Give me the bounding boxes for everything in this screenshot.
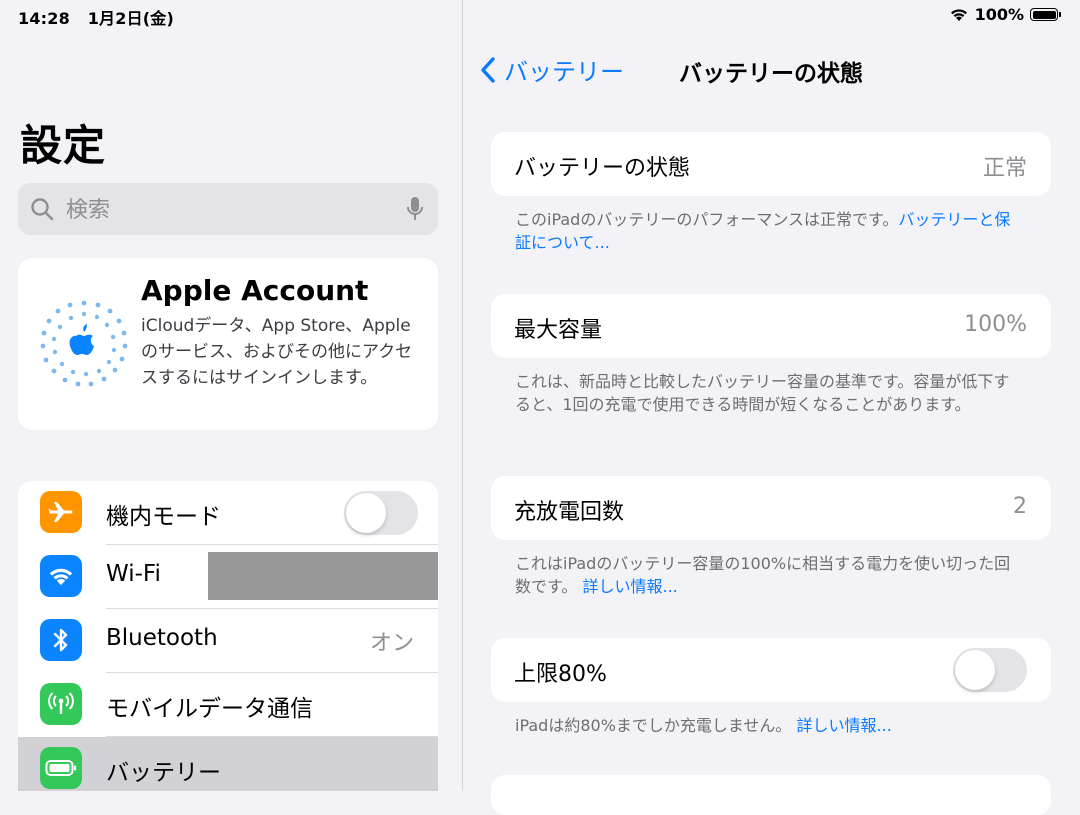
sidebar-item-mobile-data[interactable]: モバイルデータ通信	[18, 673, 438, 737]
detail-title: バッテリーの状態	[679, 61, 863, 87]
apple-account-card[interactable]: Apple Account iCloudデータ、App Store、Appleの…	[18, 258, 438, 430]
footnote-text: これは、新品時と比較したバッテリー容量の基準です。容量が低下すると、1回の充電で…	[515, 372, 1010, 414]
sidebar-item-label: モバイルデータ通信	[106, 696, 313, 722]
cycle-count-learn-more-link[interactable]: 詳しい情報...	[583, 577, 678, 596]
cycle-count-value: 2	[1013, 494, 1027, 519]
charge-limit-toggle[interactable]	[953, 648, 1027, 692]
sidebar-item-label: 機内モード	[106, 504, 221, 530]
battery-health-row: バッテリーの状態 正常	[491, 132, 1051, 196]
battery-health-label: バッテリーの状態	[514, 156, 691, 181]
max-capacity-label: 最大容量	[514, 318, 603, 343]
sidebar-item-bluetooth[interactable]: Bluetooth オン	[18, 609, 438, 673]
microphone-icon[interactable]	[406, 196, 424, 222]
max-capacity-footnote: これは、新品時と比較したバッテリー容量の基準です。容量が低下すると、1回の充電で…	[515, 370, 1015, 416]
chevron-left-icon	[481, 56, 495, 83]
max-capacity-row: 最大容量 100%	[491, 294, 1051, 358]
cycle-count-footnote: これはiPadのバッテリー容量の100%に相当する電力を使い切った回数です。 詳…	[515, 552, 1015, 598]
sidebar-item-battery[interactable]: バッテリー	[18, 737, 438, 791]
sidebar-item-wifi[interactable]: Wi-Fi	[18, 545, 438, 609]
battery-icon	[40, 747, 82, 789]
charge-limit-row: 上限80%	[491, 638, 1051, 702]
battery-status-icon	[1030, 8, 1061, 21]
settings-list: 機内モード Wi-Fi Bluetooth オン モバイルデータ通信 バッテリー	[18, 481, 438, 791]
sidebar-item-label: バッテリー	[106, 760, 221, 786]
charge-limit-label: 上限80%	[514, 662, 607, 687]
battery-health-footnote: このiPadのバッテリーのパフォーマンスは正常です。バッテリーと保証について..…	[515, 208, 1015, 254]
footnote-text: このiPadのバッテリーのパフォーマンスは正常です。	[515, 210, 899, 229]
airplane-mode-toggle[interactable]	[344, 491, 418, 535]
footnote-text: iPadは約80%までしか充電しません。	[515, 716, 792, 735]
sidebar-item-label: Wi-Fi	[106, 561, 161, 587]
battery-health-value: 正常	[982, 156, 1027, 181]
sidebar-item-label: Bluetooth	[106, 625, 218, 651]
bluetooth-status-value: オン	[369, 631, 414, 656]
airplane-icon	[40, 491, 82, 533]
page-title: 設定	[20, 121, 107, 170]
next-settings-card	[491, 775, 1051, 815]
battery-percent: 100%	[974, 5, 1024, 24]
sidebar: 設定 Apple Account iCloudデータ、App Store、App…	[0, 0, 462, 791]
search-icon	[31, 198, 54, 221]
wifi-icon	[40, 555, 82, 597]
wifi-status-icon	[950, 9, 967, 21]
apple-account-avatar-icon	[40, 300, 128, 387]
charge-limit-footnote: iPadは約80%までしか充電しません。 詳しい情報...	[515, 714, 1015, 737]
cycle-count-label: 充放電回数	[514, 500, 625, 525]
antenna-icon	[40, 683, 82, 725]
pane-divider	[462, 0, 463, 791]
search-bar[interactable]	[18, 183, 438, 235]
sidebar-item-airplane-mode[interactable]: 機内モード	[18, 481, 438, 545]
status-bar-right: 100%	[949, 5, 1061, 24]
max-capacity-value: 100%	[964, 312, 1027, 337]
back-button-label: バッテリー	[504, 58, 624, 86]
back-button[interactable]: バッテリー	[480, 52, 624, 87]
search-input[interactable]	[64, 193, 398, 227]
account-name: Apple Account	[141, 274, 369, 307]
cycle-count-row: 充放電回数 2	[491, 476, 1051, 540]
redacted-network-name	[208, 552, 438, 600]
charge-limit-learn-more-link[interactable]: 詳しい情報...	[797, 716, 892, 735]
account-description: iCloudデータ、App Store、Appleのサービス、およびその他にアク…	[141, 316, 413, 388]
bluetooth-icon	[40, 619, 82, 661]
